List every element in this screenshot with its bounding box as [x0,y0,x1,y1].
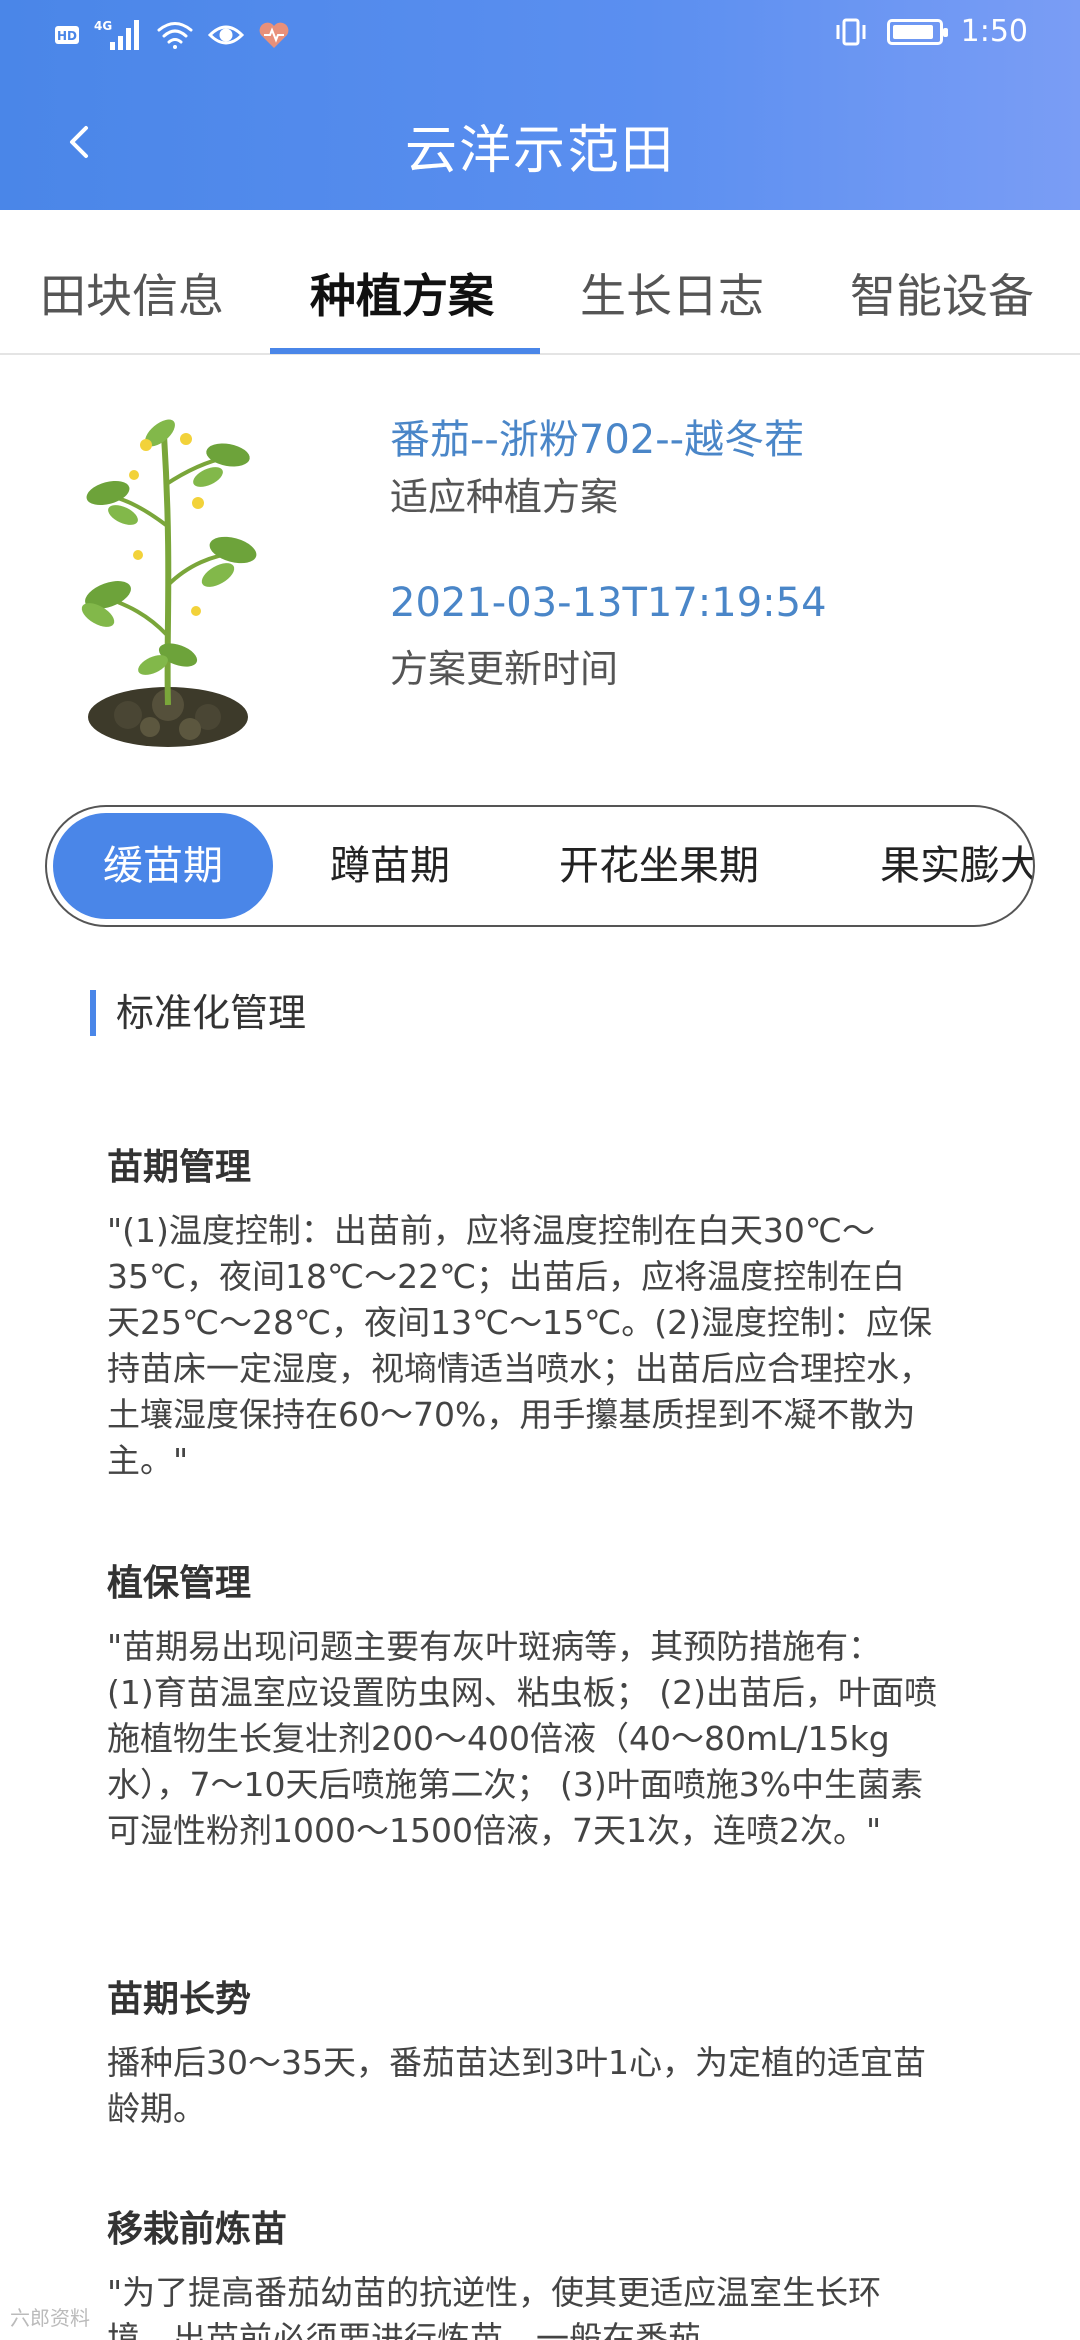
stage-fruit-expansion[interactable]: 果实膨大 [880,807,1033,925]
active-tab-indicator [270,348,540,354]
block-text-seedling-growth: 播种后30～35天，番茄苗达到3叶1心，为定植的适宜苗龄期。 [107,2043,926,2128]
block-title-seedling-management: 苗期管理 [107,1147,252,1188]
status-bar: HD 4G 1:50 [0,0,1080,75]
status-right-icons: 1:50 [833,14,1028,49]
block-title-seedling-growth: 苗期长势 [107,1979,252,2020]
4g-signal-icon: 4G [94,18,142,52]
section-title: 标准化管理 [90,990,306,1036]
status-time: 1:50 [960,14,1028,49]
block-text-plant-protection: "苗期易出现问题主要有灰叶斑病等，其预防措施有： (1)育苗温室应设置防虫网、粘… [107,1627,937,1850]
wifi-icon [156,20,194,50]
plan-update-time-caption: 方案更新时间 [390,647,619,691]
tab-field-info[interactable]: 田块信息 [40,260,224,326]
block-title-pre-transplant-hardening: 移栽前炼苗 [107,2209,288,2250]
top-tabs: 田块信息 种植方案 生长日志 智能设备 [0,210,1080,355]
app-header: HD 4G 1:50 云洋示范田 [0,0,1080,210]
health-icon [258,21,290,49]
stage-hardening[interactable]: 蹲苗期 [330,807,450,925]
block-text-seedling-management: "(1)温度控制：出苗前，应将温度控制在白天30℃～35℃，夜间18℃～22℃；… [107,1211,932,1480]
plan-name-caption: 适应种植方案 [390,475,619,519]
tab-planting-plan[interactable]: 种植方案 [310,260,494,326]
stage-seedling-recovery[interactable]: 缓苗期 [53,813,273,919]
growth-stage-selector: 缓苗期 蹲苗期 开花坐果期 果实膨大 [45,805,1035,927]
stage-flowering-fruiting[interactable]: 开花坐果期 [559,807,759,925]
tab-growth-log[interactable]: 生长日志 [580,260,764,326]
status-left-icons: HD 4G [54,18,290,52]
hd-text: HD [57,29,77,43]
battery-icon [886,18,948,45]
block-title-plant-protection: 植保管理 [107,1563,252,1604]
tab-smart-devices[interactable]: 智能设备 [850,260,1034,326]
tomato-plant-image [68,415,278,755]
plan-name: 番茄--浙粉702--越冬茬 [390,417,805,463]
vibrate-icon [833,17,869,47]
eye-icon [208,23,244,47]
page-title: 云洋示范田 [404,121,675,181]
battery-level-fill [892,24,933,39]
hd-icon: HD [54,25,80,45]
plan-update-time: 2021-03-13T17:19:54 [390,580,827,626]
watermark: 六郎资料 [10,2306,90,2330]
network-text: 4G [94,19,112,33]
block-text-pre-transplant-hardening: "为了提高番茄幼苗的抗逆性，使其更适应温室生长环境，出苗前必须要进行炼苗，一般在… [107,2273,882,2340]
